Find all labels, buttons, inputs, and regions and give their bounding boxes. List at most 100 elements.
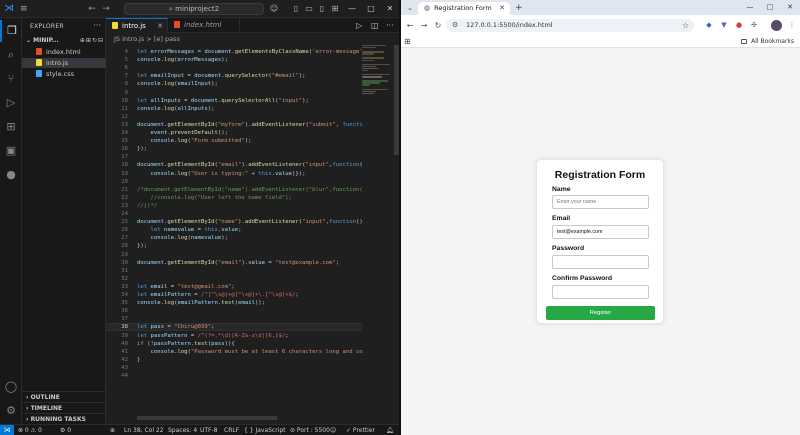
file-item-style-css[interactable]: style.css [22,69,106,79]
kebab-menu-icon[interactable]: ⋮ [787,20,797,30]
code-line[interactable]: console.log(emailInput); [137,80,363,88]
scrollbar-thumb[interactable] [137,416,277,420]
extensions-icon[interactable]: ⊞ [0,116,22,138]
code-line[interactable]: //})*/ [137,202,363,210]
more-actions-icon[interactable]: ··· [93,21,101,30]
reload-icon[interactable]: ↻ [432,20,444,32]
github-icon[interactable]: ● [0,164,22,186]
code-line[interactable]: }); [137,145,363,153]
forward-arrow-icon[interactable]: → [100,3,112,15]
line-ending[interactable]: CRLF [224,425,239,435]
new-tab-plus-icon[interactable]: + [515,2,525,14]
name-input[interactable] [552,195,649,209]
code-line[interactable]: let namevalue = this.value; [137,226,363,234]
code-line[interactable]: console.log(namevalue); [137,234,363,242]
code-line[interactable]: console.log("User is typing:" + this.val… [137,170,363,178]
outline-section[interactable]: › OUTLINE [22,391,106,402]
email-input[interactable] [552,225,649,239]
customize-layout-icon[interactable]: ⊞ [329,3,341,15]
menu-icon[interactable]: ≡ [20,4,29,14]
address-bar[interactable]: ⚙ 127.0.0.1:5500/index.html ☆ [446,19,694,32]
code-line[interactable]: console.log("Password must be at least 6… [137,348,363,356]
extensions-puzzle-icon[interactable]: ✣ [749,20,759,30]
horizontal-scrollbar[interactable] [137,415,362,421]
confirm-password-input[interactable] [552,285,649,299]
close-icon[interactable]: ✕ [380,0,400,18]
code-line[interactable]: let pass = "Chiru@039"; [137,323,363,331]
password-input[interactable] [552,255,649,269]
breadcrumb[interactable]: JS intro.js > [e] pass [106,33,400,45]
project-folder[interactable]: ⌄ MINIP... ⊕⊞↻⊟ [22,36,106,46]
cursor-position[interactable]: Ln 38, Col 22 [124,425,164,435]
live-server-port[interactable]: ⊘ Port : 5500 [290,425,330,435]
toggle-secondary-sidebar-icon[interactable]: ▯ [316,3,328,15]
code-line[interactable]: event.preventDefault(); [137,129,363,137]
run-icon[interactable]: ▷ [356,19,362,32]
file-item-index-html[interactable]: index.html [22,47,106,57]
back-arrow-icon[interactable]: ← [404,20,416,32]
code-line[interactable]: document.getElementById("email").value =… [137,259,363,267]
code-line[interactable]: document.getElementById("name").addEvent… [137,218,363,226]
copilot-status-icon[interactable]: ☺ [330,425,336,435]
minimap[interactable] [362,45,392,115]
minimize-icon[interactable]: — [740,0,760,15]
remote-icon[interactable]: ⋊ [0,425,14,435]
maximize-icon[interactable]: □ [361,0,381,18]
manage-gear-icon[interactable]: ⚙ [0,400,22,422]
close-tab-icon[interactable]: ✕ [157,19,163,34]
maximize-icon[interactable]: □ [760,0,780,15]
running-tasks-section[interactable]: › RUNNING TASKS [22,413,106,424]
copilot-icon[interactable]: ☺ [268,3,280,15]
language-mode[interactable]: { } JavaScript [244,425,286,435]
code-line[interactable]: console.log(errorMessages); [137,56,363,64]
back-arrow-icon[interactable]: ← [86,3,98,15]
code-line[interactable]: } [137,356,363,364]
file-item-intro-js[interactable]: intro.js [22,58,106,68]
tab-index-html[interactable]: index.html [168,18,240,33]
notifications-bell-icon[interactable]: 🔔︎ [386,425,394,435]
search-view-icon[interactable]: ⌕ [0,44,22,66]
timeline-section[interactable]: › TIMELINE [22,402,106,413]
close-icon[interactable]: ✕ [780,0,800,15]
code-line[interactable]: let errorMessages = document.getElements… [137,48,363,56]
code-line[interactable]: document.getElementById("email").addEven… [137,161,363,169]
code-line[interactable]: console.log(emailPattern.test(email)); [137,299,363,307]
forward-arrow-icon[interactable]: → [418,20,430,32]
register-button[interactable]: Register [546,306,655,320]
profile-avatar[interactable] [771,20,782,31]
explorer-actions[interactable]: ⊕⊞↻⊟ [80,36,104,46]
remote-explorer-icon[interactable]: ▣ [0,140,22,162]
code-line[interactable]: let allInputs = document.querySelectorAl… [137,97,363,105]
all-bookmarks[interactable]: All Bookmarks [741,36,794,48]
minimize-icon[interactable]: — [342,0,362,18]
toggle-sidebar-icon[interactable]: ▯ [290,3,302,15]
toggle-panel-icon[interactable]: ▭ [303,3,315,15]
code-line[interactable]: let emailPattern = /^[^\s@]+@[^\s@]+\.[^… [137,291,363,299]
command-center-search[interactable]: ⌕ miniproject2 [124,3,264,15]
source-control-icon[interactable]: ⑂ [0,68,22,90]
extension-icon[interactable]: ◆ [704,20,714,30]
code-line[interactable]: /*document.getElementById("name").addEve… [137,186,363,194]
encoding[interactable]: UTF-8 [200,425,218,435]
code-line[interactable]: //console.log("User left the name field"… [137,194,363,202]
close-tab-icon[interactable]: ✕ [499,2,505,15]
extension-icon[interactable]: ● [734,20,744,30]
code-line[interactable]: let emailInput = document.querySelector(… [137,72,363,80]
browser-tab[interactable]: ◍ Registration Form ✕ [418,2,510,15]
more-actions-icon[interactable]: ··· [386,19,394,32]
prettier-status[interactable]: ✓ Prettier [346,425,375,435]
problems-count[interactable]: ⊗ 0 ⚠ 0 [18,425,42,435]
ports-count[interactable]: ⚙ 0 [60,425,71,435]
code-line[interactable]: console.log("Form submitted"); [137,137,363,145]
code-line[interactable]: console.log(allInputs); [137,105,363,113]
explorer-icon[interactable]: ❐ [0,20,22,42]
site-info-icon[interactable]: ⚙ [452,19,458,32]
split-editor-icon[interactable]: ◫ [371,19,379,32]
code-editor[interactable]: 4 let errorMessages = document.getElement… [106,45,400,424]
accounts-icon[interactable]: ◯ [0,376,22,398]
code-line[interactable]: document.getElementById("myform").addEve… [137,121,363,129]
tab-intro-js[interactable]: intro.js ✕ [106,18,168,33]
indentation[interactable]: Spaces: 4 [168,425,197,435]
extension-icon[interactable]: ▼ [719,20,729,30]
code-line[interactable]: let passPattern = /^(?=.*\d)[A-Za-z\d]{6… [137,332,363,340]
